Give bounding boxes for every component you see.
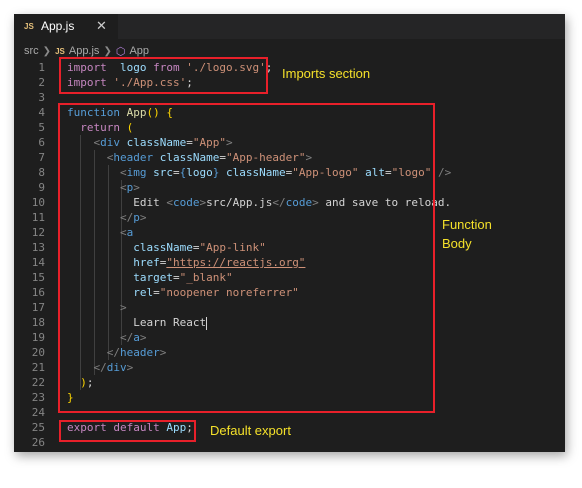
- line-number: 9: [38, 181, 45, 194]
- function-body-annotation-line2: Body: [442, 236, 472, 251]
- close-icon[interactable]: ✕: [96, 18, 107, 34]
- line-number: 25: [31, 421, 45, 434]
- breadcrumb-folder[interactable]: src: [24, 45, 39, 57]
- tab-label: App.js: [41, 19, 75, 33]
- breadcrumb-symbol[interactable]: App: [129, 45, 149, 57]
- line-number: 6: [38, 136, 45, 149]
- default-export-highlight-box: [59, 420, 196, 442]
- line-number: 11: [31, 211, 45, 224]
- line-number: 13: [31, 241, 45, 254]
- tab-app-js[interactable]: JS App.js ✕: [14, 14, 118, 39]
- line-number: 26: [31, 436, 45, 449]
- default-export-annotation: Default export: [210, 423, 291, 438]
- function-body-highlight-box: [58, 103, 435, 413]
- line-number: 10: [31, 196, 45, 209]
- line-number: 16: [31, 286, 45, 299]
- imports-highlight-box: [59, 57, 268, 94]
- line-number: 20: [31, 346, 45, 359]
- line-number: 3: [38, 91, 45, 104]
- line-number: 14: [31, 256, 45, 269]
- line-number: 5: [38, 121, 45, 134]
- line-number: 22: [31, 376, 45, 389]
- line-number: 19: [31, 331, 45, 344]
- line-number: 1: [38, 61, 45, 74]
- tab-bar: JS App.js ✕: [14, 14, 565, 39]
- javascript-file-icon: JS: [24, 22, 34, 31]
- imports-annotation: Imports section: [282, 66, 371, 81]
- line-number: 21: [31, 361, 45, 374]
- vscode-editor-window: JS App.js ✕ src ❯ JS App.js ❯ ⬡ App 1 imp…: [14, 14, 565, 452]
- line-number: 2: [38, 76, 45, 89]
- line-number: 24: [31, 406, 45, 419]
- line-number: 7: [38, 151, 45, 164]
- line-number: 23: [31, 391, 45, 404]
- chevron-right-icon: ❯: [42, 45, 52, 57]
- code-token: />: [437, 166, 452, 179]
- function-body-annotation-line1: Function: [442, 217, 492, 232]
- breadcrumb-file[interactable]: App.js: [69, 45, 100, 57]
- line-number: 15: [31, 271, 45, 284]
- line-number: 17: [31, 301, 45, 314]
- line-number: 4: [38, 106, 45, 119]
- symbol-function-icon: ⬡: [115, 45, 126, 58]
- chevron-right-icon: ❯: [103, 45, 112, 57]
- line-number: 8: [38, 166, 45, 179]
- line-number: 18: [31, 316, 45, 329]
- javascript-file-icon: JS: [55, 46, 65, 56]
- line-number: 12: [31, 226, 45, 239]
